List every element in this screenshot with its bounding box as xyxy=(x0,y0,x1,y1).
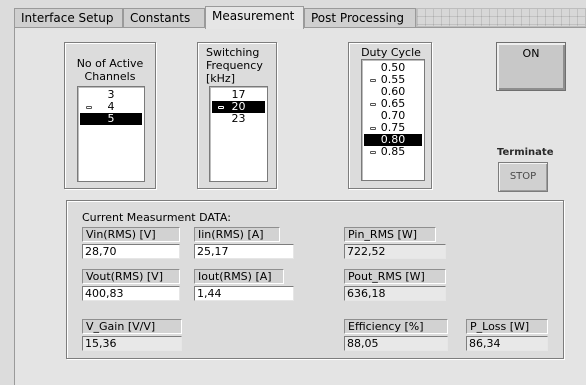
channels-option-5[interactable]: 5 xyxy=(80,113,142,125)
duty-cycle-title: Duty Cycle xyxy=(361,46,421,59)
marker-icon xyxy=(370,151,376,154)
marker-icon xyxy=(218,106,224,109)
vgain-label: V_Gain [V/V] xyxy=(82,319,182,334)
ploss-label: P_Loss [W] xyxy=(466,319,548,334)
efficiency-label: Efficiency [%] xyxy=(344,319,448,334)
channels-listbox[interactable]: 3 4 5 xyxy=(77,86,145,182)
marker-icon xyxy=(370,79,376,82)
channels-title: No of Active Channels xyxy=(76,57,144,83)
frequency-title: Switching Frequency [kHz] xyxy=(206,46,263,85)
pin-value: 722,52 xyxy=(344,244,446,259)
iout-value[interactable]: 1,44 xyxy=(194,286,294,301)
tab-measurement[interactable]: Measurement xyxy=(205,6,304,29)
vout-value[interactable]: 400,83 xyxy=(82,286,180,301)
vout-label: Vout(RMS) [V] xyxy=(82,269,180,284)
pout-value: 636,18 xyxy=(344,286,446,301)
frequency-option-23[interactable]: 23 xyxy=(212,113,265,125)
duty-cycle-listbox[interactable]: 0.50 0.55 0.60 0.65 0.70 0.75 0.80 0.85 xyxy=(361,59,425,181)
marker-icon xyxy=(370,127,376,130)
marker-icon xyxy=(370,103,376,106)
pout-label: Pout_RMS [W] xyxy=(344,269,446,284)
pin-label: Pin_RMS [W] xyxy=(344,227,436,242)
ploss-value: 86,34 xyxy=(466,336,548,351)
tab-interface-setup[interactable]: Interface Setup xyxy=(14,8,123,27)
iout-label: Iout(RMS) [A] xyxy=(194,269,284,284)
channels-group: No of Active Channels 3 4 5 xyxy=(64,42,156,189)
vin-label: Vin(RMS) [V] xyxy=(82,227,180,242)
measurement-data-group: Current Measurment DATA: Vin(RMS) [V] 28… xyxy=(66,200,564,359)
measurement-header: Current Measurment DATA: xyxy=(82,211,231,224)
duty-cycle-group: Duty Cycle 0.50 0.55 0.60 0.65 0.70 0.75… xyxy=(348,42,432,189)
stop-button[interactable]: STOP xyxy=(498,162,548,192)
marker-icon xyxy=(86,106,92,109)
tab-strip-filler xyxy=(416,8,586,27)
frequency-listbox[interactable]: 17 20 23 xyxy=(209,86,268,182)
iin-value[interactable]: 25,17 xyxy=(194,244,294,259)
duty-option-0-85[interactable]: 0.85 xyxy=(364,146,422,158)
terminate-label: Terminate xyxy=(497,147,554,158)
tab-strip: Interface Setup Constants Measurement Po… xyxy=(14,6,586,29)
on-button[interactable]: ON xyxy=(496,42,566,91)
vin-value[interactable]: 28,70 xyxy=(82,244,180,259)
vgain-value: 15,36 xyxy=(82,336,182,351)
tab-post-processing[interactable]: Post Processing xyxy=(304,8,416,27)
efficiency-value: 88,05 xyxy=(344,336,448,351)
iin-label: Iin(RMS) [A] xyxy=(194,227,280,242)
frequency-group: Switching Frequency [kHz] 17 20 23 xyxy=(197,42,277,189)
tab-constants[interactable]: Constants xyxy=(123,8,205,27)
